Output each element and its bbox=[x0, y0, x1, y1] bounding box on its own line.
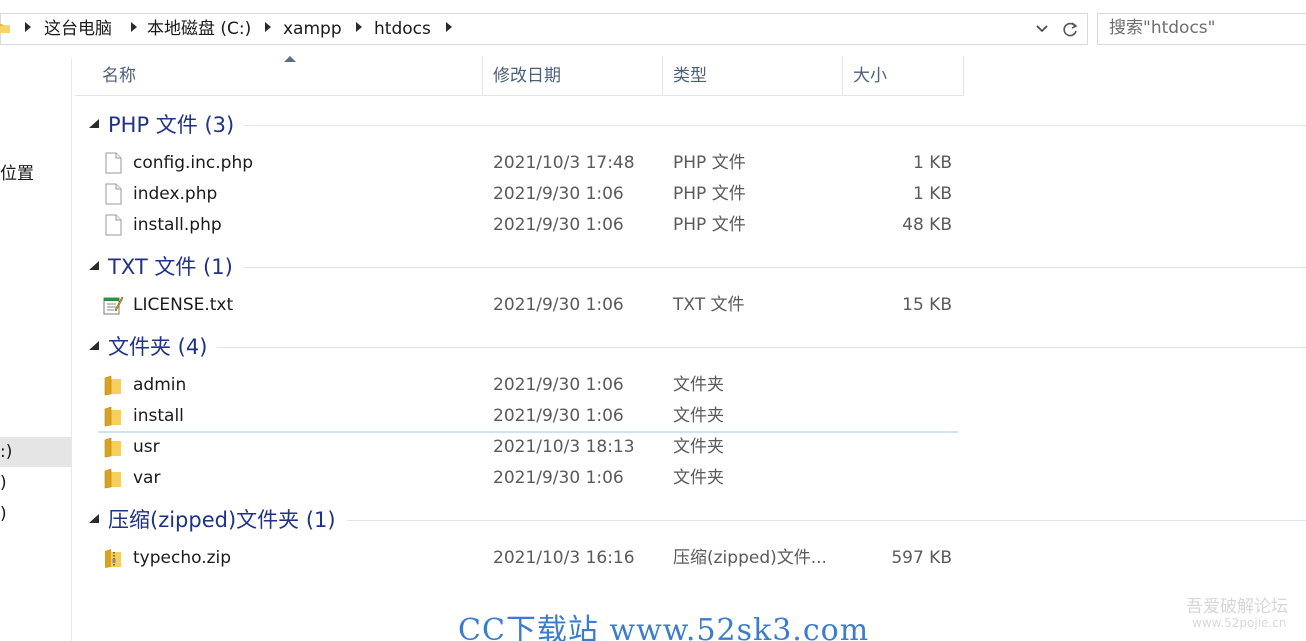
column-header-type[interactable]: 类型 bbox=[663, 56, 843, 96]
list-item[interactable]: usr 2021/10/3 18:13 文件夹 bbox=[90, 432, 960, 463]
file-date: 2021/9/30 1:06 bbox=[493, 375, 624, 395]
file-name: index.php bbox=[133, 184, 218, 204]
file-size: 15 KB bbox=[902, 295, 952, 315]
file-size: 597 KB bbox=[891, 548, 952, 568]
folder-name: install bbox=[133, 406, 184, 426]
breadcrumb-separator-icon[interactable] bbox=[25, 22, 31, 32]
file-type: 压缩(zipped)文件... bbox=[673, 548, 827, 568]
file-date: 2021/9/30 1:06 bbox=[493, 468, 624, 488]
file-date: 2021/10/3 16:16 bbox=[493, 548, 635, 568]
file-type: 文件夹 bbox=[673, 375, 724, 395]
list-item[interactable]: typecho.zip 2021/10/3 16:16 压缩(zipped)文件… bbox=[90, 543, 960, 574]
breadcrumb-item-this-pc[interactable]: 这台电脑 bbox=[44, 18, 112, 40]
file-icon bbox=[105, 183, 122, 205]
file-icon bbox=[105, 152, 122, 174]
group-title: TXT 文件 (1) bbox=[108, 255, 233, 279]
group-title: 文件夹 (4) bbox=[108, 335, 208, 359]
zip-folder-icon bbox=[105, 549, 121, 568]
file-name: LICENSE.txt bbox=[133, 295, 234, 315]
group-divider bbox=[245, 125, 1306, 126]
file-date: 2021/10/3 17:48 bbox=[493, 153, 635, 173]
column-header-name[interactable]: 名称 bbox=[75, 56, 483, 96]
breadcrumb-separator-icon[interactable] bbox=[265, 22, 271, 32]
nav-item-drive[interactable]: ) bbox=[0, 503, 7, 525]
refresh-icon[interactable] bbox=[1060, 20, 1080, 40]
file-type: 文件夹 bbox=[673, 468, 724, 488]
file-date: 2021/9/30 1:06 bbox=[493, 184, 624, 204]
file-size: 1 KB bbox=[912, 153, 952, 173]
file-size: 48 KB bbox=[902, 215, 952, 235]
file-type: 文件夹 bbox=[673, 437, 724, 457]
collapse-chevron-icon[interactable] bbox=[88, 513, 100, 525]
search-input[interactable] bbox=[1109, 18, 1306, 38]
group-divider bbox=[217, 347, 1306, 348]
file-name: typecho.zip bbox=[133, 548, 232, 568]
group-divider bbox=[243, 267, 1306, 268]
breadcrumb-separator-icon[interactable] bbox=[356, 22, 362, 32]
list-item[interactable]: install.php 2021/9/30 1:06 PHP 文件 48 KB bbox=[90, 210, 960, 241]
folder-name: usr bbox=[133, 437, 160, 457]
file-name: install.php bbox=[133, 215, 222, 235]
file-date: 2021/9/30 1:06 bbox=[493, 215, 624, 235]
file-size: 1 KB bbox=[912, 184, 952, 204]
nav-item-drive[interactable]: ) bbox=[0, 472, 7, 494]
collapse-chevron-icon[interactable] bbox=[88, 340, 100, 352]
nav-item-quick-access[interactable]: 位置 bbox=[0, 163, 34, 185]
navigation-pane[interactable]: 位置 :) ) ) bbox=[0, 58, 72, 641]
group-title: PHP 文件 (3) bbox=[108, 113, 235, 137]
folder-name: var bbox=[133, 468, 161, 488]
group-divider bbox=[347, 520, 1306, 521]
folder-icon bbox=[104, 437, 121, 458]
nav-item-drive-c[interactable]: :) bbox=[0, 441, 12, 463]
breadcrumb-separator-icon[interactable] bbox=[446, 22, 452, 32]
collapse-chevron-icon[interactable] bbox=[88, 118, 100, 130]
list-item[interactable]: LICENSE.txt 2021/9/30 1:06 TXT 文件 15 KB bbox=[90, 290, 960, 321]
search-box[interactable] bbox=[1097, 13, 1306, 45]
group-title: 压缩(zipped)文件夹 (1) bbox=[108, 508, 336, 532]
folder-icon bbox=[104, 468, 121, 489]
file-date: 2021/9/30 1:06 bbox=[493, 295, 624, 315]
breadcrumb-separator-icon[interactable] bbox=[131, 22, 137, 32]
watermark: CC下载站 www.52sk3.com bbox=[458, 613, 870, 641]
file-type: TXT 文件 bbox=[673, 295, 745, 315]
watermark-corner-url: www.52pojie.cn bbox=[1192, 616, 1287, 630]
list-item[interactable]: index.php 2021/9/30 1:06 PHP 文件 1 KB bbox=[90, 179, 960, 210]
breadcrumb-item-htdocs[interactable]: htdocs bbox=[374, 18, 431, 40]
list-item[interactable]: admin 2021/9/30 1:06 文件夹 bbox=[90, 370, 960, 401]
file-type: PHP 文件 bbox=[673, 215, 746, 235]
file-type: PHP 文件 bbox=[673, 153, 746, 173]
list-item[interactable]: var 2021/9/30 1:06 文件夹 bbox=[90, 463, 960, 494]
chevron-down-icon[interactable] bbox=[1035, 23, 1049, 35]
file-icon bbox=[105, 214, 122, 236]
breadcrumb-item-xampp[interactable]: xampp bbox=[283, 18, 342, 40]
folder-icon bbox=[104, 375, 121, 396]
file-type: PHP 文件 bbox=[673, 184, 746, 204]
watermark-corner: 吾爱破解论坛 bbox=[1186, 597, 1288, 617]
file-date: 2021/10/3 18:13 bbox=[493, 437, 635, 457]
column-header-date[interactable]: 修改日期 bbox=[483, 56, 663, 96]
file-type: 文件夹 bbox=[673, 406, 724, 426]
folder-icon bbox=[0, 24, 10, 33]
address-bar[interactable]: 这台电脑 本地磁盘 (C:) xampp htdocs bbox=[0, 13, 1088, 45]
list-item[interactable]: config.inc.php 2021/10/3 17:48 PHP 文件 1 … bbox=[90, 148, 960, 179]
address-bar-row: 这台电脑 本地磁盘 (C:) xampp htdocs bbox=[0, 0, 1306, 58]
folder-icon bbox=[104, 406, 121, 427]
collapse-chevron-icon[interactable] bbox=[88, 260, 100, 272]
column-header-size[interactable]: 大小 bbox=[843, 56, 964, 96]
file-date: 2021/9/30 1:06 bbox=[493, 406, 624, 426]
breadcrumb-item-local-disk[interactable]: 本地磁盘 (C:) bbox=[147, 18, 251, 40]
file-name: config.inc.php bbox=[133, 153, 254, 173]
text-document-icon bbox=[103, 296, 124, 315]
list-item[interactable]: install 2021/9/30 1:06 文件夹 bbox=[90, 401, 960, 432]
folder-name: admin bbox=[133, 375, 187, 395]
